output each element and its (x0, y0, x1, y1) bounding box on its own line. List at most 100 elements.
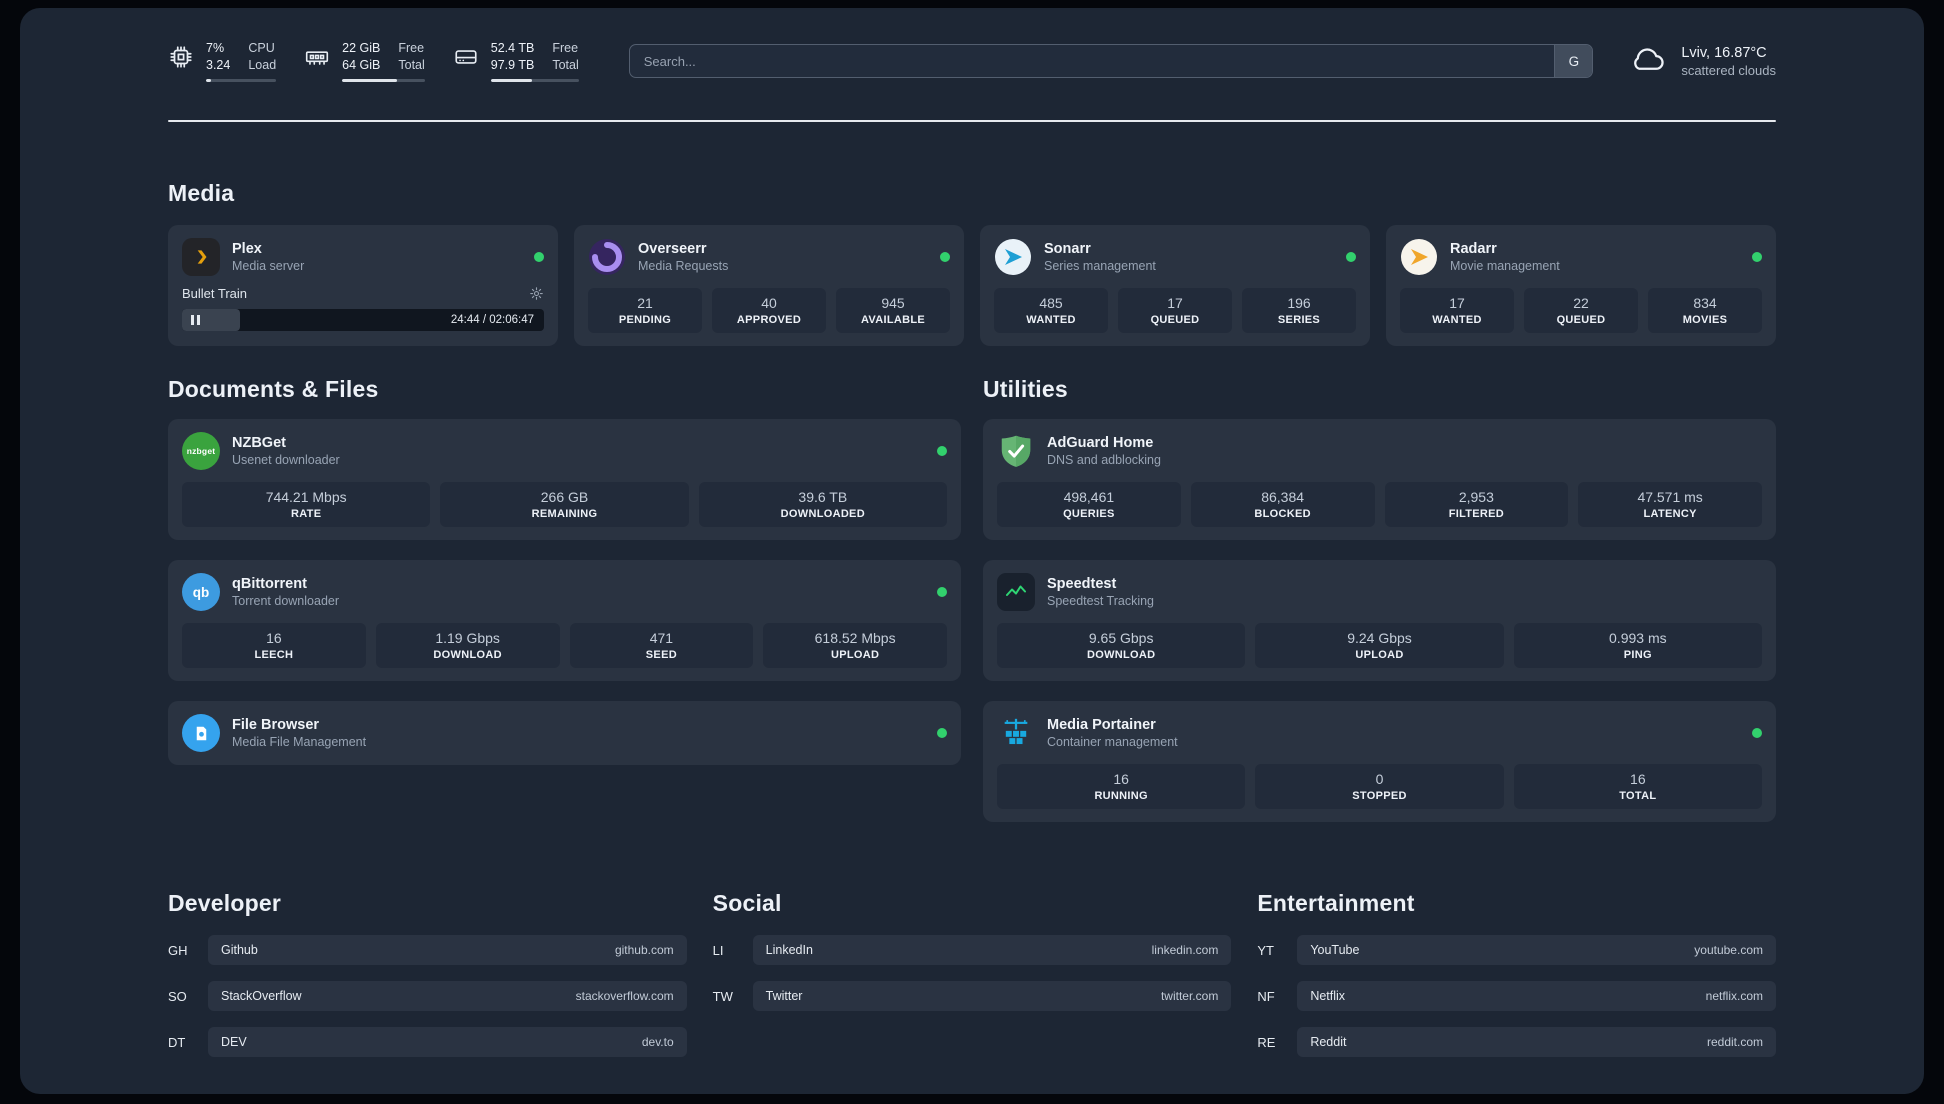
bookmark-row: YT YouTube youtube.com (1257, 935, 1776, 965)
filebrowser-title: File Browser (232, 717, 320, 733)
adguard-card[interactable]: AdGuard Home DNS and adblocking 498,461 … (983, 419, 1776, 540)
stat-tile: 266 GB REMAINING (440, 482, 689, 527)
bookmark-url: dev.to (641, 1035, 674, 1049)
adguard-title: AdGuard Home (1047, 435, 1154, 451)
stat-value: 498,461 (1063, 489, 1115, 505)
filebrowser-card[interactable]: File Browser Media File Management (168, 701, 961, 765)
developer-heading: Developer (168, 890, 282, 916)
playback-time: 24:44 / 02:06:47 (450, 314, 534, 326)
cpu-usage-label: CPU (248, 41, 275, 56)
speedtest-title: Speedtest (1047, 576, 1117, 592)
bookmark-dev[interactable]: DEV dev.to (208, 1027, 687, 1057)
bookmark-youtube[interactable]: YouTube youtube.com (1297, 935, 1776, 965)
memory-icon (304, 44, 330, 70)
stat-value: 39.6 TB (798, 489, 848, 505)
stat-tile: 16 RUNNING (997, 764, 1246, 809)
sonarr-card[interactable]: Sonarr Series management 485 WANTED 17 Q… (980, 225, 1370, 346)
search-input[interactable] (629, 45, 1555, 77)
stat-tile: 0 STOPPED (1255, 764, 1504, 809)
stat-label: STOPPED (1352, 790, 1407, 802)
social-bookmarks: Social LI LinkedIn linkedin.com TW Twitt… (713, 890, 1232, 1073)
stat-label: WANTED (1432, 314, 1482, 326)
bookmark-abbr: GH (168, 942, 188, 958)
bookmark-name: Reddit (1310, 1035, 1347, 1049)
bookmark-row: NF Netflix netflix.com (1257, 981, 1776, 1011)
stat-label: DOWNLOAD (1086, 649, 1156, 661)
stat-value: 16 (1630, 771, 1646, 787)
overseerr-card[interactable]: Overseerr Media Requests 21 PENDING 40 A… (574, 225, 964, 346)
qbittorrent-status-dot (937, 587, 947, 597)
disk-progress-bar (490, 78, 579, 82)
stat-tile: 744.21 Mbps RATE (182, 482, 431, 527)
weather-condition: scattered clouds (1681, 62, 1776, 78)
stat-tile: 22 QUEUED (1524, 288, 1638, 333)
stat-tile: 16 LEECH (182, 623, 366, 668)
qbittorrent-subtitle: Torrent downloader (232, 594, 340, 608)
memory-total-label: Total (398, 58, 425, 72)
bookmark-row: DT DEV dev.to (168, 1027, 687, 1057)
stat-value: 485 (1039, 295, 1063, 311)
stat-label: WANTED (1026, 314, 1076, 326)
stat-label: QUERIES (1063, 508, 1115, 520)
overseerr-status-dot (940, 252, 950, 262)
radarr-card[interactable]: Radarr Movie management 17 WANTED 22 QUE… (1386, 225, 1776, 346)
bookmark-abbr: LI (712, 942, 724, 958)
playback-progress-bar: 24:44 / 02:06:47 (182, 309, 544, 331)
radarr-icon (1400, 238, 1438, 276)
stat-label: QUEUED (1556, 314, 1606, 326)
bookmark-netflix[interactable]: Netflix netflix.com (1297, 981, 1776, 1011)
qbittorrent-card[interactable]: qb qBittorrent Torrent downloader 16 LEE… (168, 560, 961, 681)
bookmark-twitter[interactable]: Twitter twitter.com (752, 981, 1232, 1011)
memory-free-label: Free (398, 41, 425, 56)
stat-value: 9.65 Gbps (1088, 630, 1154, 646)
bookmark-abbr: RE (1257, 1034, 1276, 1050)
disk-icon (453, 44, 479, 70)
sonarr-title: Sonarr (1044, 241, 1091, 257)
sonarr-status-dot (1346, 252, 1356, 262)
speedtest-card[interactable]: Speedtest Speedtest Tracking 9.65 Gbps D… (983, 560, 1776, 681)
bookmark-abbr: NF (1257, 988, 1275, 1004)
plex-title: Plex (232, 241, 262, 257)
bookmark-url: youtube.com (1694, 943, 1763, 957)
portainer-card[interactable]: Media Portainer Container management 16 … (983, 701, 1776, 822)
stat-label: LATENCY (1643, 508, 1697, 520)
stat-label: UPLOAD (831, 649, 880, 661)
disk-free-label: Free (552, 41, 579, 56)
stat-value: 21 (637, 295, 653, 311)
stat-tile: 21 PENDING (588, 288, 702, 333)
plex-card[interactable]: Plex Media server Bullet Train 24:44 / 0… (168, 225, 558, 346)
stat-tile: 86,384 BLOCKED (1190, 482, 1375, 527)
documents-column: Documents & Files nzbget NZBGet Usenet d… (168, 376, 961, 785)
sonarr-icon (994, 238, 1032, 276)
portainer-icon (997, 714, 1035, 752)
bookmark-linkedin[interactable]: LinkedIn linkedin.com (752, 935, 1232, 965)
stat-label: DOWNLOAD (433, 649, 502, 661)
filebrowser-status-dot (937, 728, 947, 738)
stat-label: DOWNLOADED (780, 508, 865, 520)
stat-value: 0 (1375, 771, 1384, 787)
bookmark-name: Netflix (1310, 989, 1346, 1003)
bookmark-reddit[interactable]: Reddit reddit.com (1297, 1027, 1776, 1057)
stat-label: QUEUED (1150, 314, 1200, 326)
bookmark-stackoverflow[interactable]: StackOverflow stackoverflow.com (208, 981, 687, 1011)
cpu-icon (168, 44, 194, 70)
speedtest-subtitle: Speedtest Tracking (1047, 594, 1155, 608)
overseerr-title: Overseerr (638, 241, 707, 257)
stat-value: 1.19 Gbps (435, 630, 500, 646)
stat-value: 471 (649, 630, 674, 646)
stat-label: UPLOAD (1355, 649, 1404, 661)
cpu-load-label: Load (248, 58, 277, 72)
stat-tile: 498,461 QUERIES (997, 482, 1181, 527)
stat-value: 16 (1113, 771, 1129, 787)
stat-tile: 618.52 Mbps UPLOAD (763, 623, 947, 668)
search-bar: G (628, 44, 1594, 78)
search-provider-button[interactable]: G (1554, 45, 1593, 77)
cpu-progress-bar (206, 78, 277, 82)
nzbget-card[interactable]: nzbget NZBGet Usenet downloader 744.21 M… (168, 419, 961, 540)
plex-status-dot (534, 252, 544, 262)
topbar-divider (168, 120, 1776, 122)
gear-icon[interactable] (529, 286, 544, 301)
filebrowser-subtitle: Media File Management (232, 735, 367, 749)
stat-value: 2,953 (1458, 489, 1494, 505)
bookmark-github[interactable]: Github github.com (208, 935, 687, 965)
